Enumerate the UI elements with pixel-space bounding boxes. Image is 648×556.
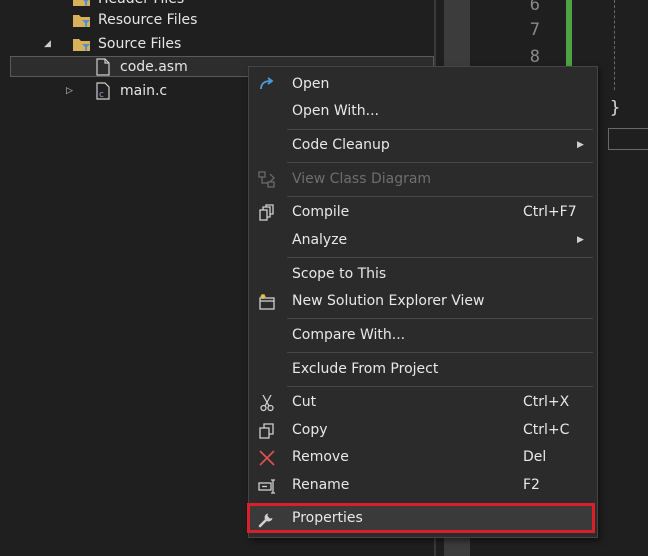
menu-item-compile[interactable]: Compile Ctrl+F7	[249, 199, 597, 226]
menu-item-label: Analyze	[292, 232, 348, 248]
folder-filter-icon	[72, 12, 92, 28]
menu-item-scope-to-this[interactable]: Scope to This	[249, 261, 597, 288]
menu-item-label: Compare With...	[292, 327, 406, 343]
menu-item-open-with[interactable]: Open With...	[249, 98, 597, 125]
indent-guide	[614, 0, 615, 90]
menu-item-open[interactable]: Open	[249, 71, 597, 98]
svg-text:c: c	[99, 90, 104, 100]
menu-item-shortcut: Ctrl+C	[523, 422, 570, 438]
submenu-arrow-icon: ▶	[577, 140, 584, 150]
menu-item-label: Properties	[292, 510, 363, 526]
menu-item-exclude-from-project[interactable]: Exclude From Project	[249, 356, 597, 383]
menu-item-label: New Solution Explorer View	[292, 293, 485, 309]
menu-item-properties[interactable]: Properties	[249, 505, 597, 532]
tree-item-label: code.asm	[120, 59, 188, 75]
menu-item-label: Scope to This	[292, 266, 387, 282]
menu-item-label: Open With...	[292, 103, 379, 119]
menu-separator	[287, 196, 593, 197]
menu-separator	[287, 386, 593, 387]
remove-x-icon	[257, 448, 277, 468]
line-number: 7	[529, 20, 540, 40]
menu-item-remove[interactable]: Remove Del	[249, 444, 597, 471]
folder-filter-icon	[72, 36, 92, 52]
class-diagram-icon	[257, 170, 277, 190]
menu-separator	[287, 162, 593, 163]
menu-item-label: Cut	[292, 394, 317, 410]
context-menu: Open Open With... Code Cleanup ▶ View Cl…	[247, 66, 598, 538]
menu-item-code-cleanup[interactable]: Code Cleanup ▶	[249, 132, 597, 159]
menu-separator	[287, 257, 593, 258]
menu-item-label: Remove	[292, 449, 349, 465]
menu-item-label: Rename	[292, 477, 350, 493]
compile-icon	[257, 203, 277, 223]
c-file-icon: c	[96, 82, 110, 100]
scissors-icon	[257, 393, 277, 413]
menu-item-label: Copy	[292, 422, 328, 438]
line-number: 6	[529, 0, 540, 15]
folder-filter-icon	[72, 0, 92, 7]
collapsed-chevron-icon[interactable]: ▷	[66, 86, 76, 96]
copy-icon	[257, 421, 277, 441]
tree-item-label: Source Files	[98, 36, 182, 52]
menu-item-analyze[interactable]: Analyze ▶	[249, 227, 597, 254]
rename-icon	[257, 476, 277, 496]
menu-separator	[287, 352, 593, 353]
menu-item-label: Open	[292, 76, 330, 92]
menu-item-view-class-diagram: View Class Diagram	[249, 166, 597, 193]
line-number: 8	[529, 47, 540, 67]
menu-item-shortcut: Ctrl+F7	[523, 204, 577, 220]
menu-item-copy[interactable]: Copy Ctrl+C	[249, 417, 597, 444]
editor-scroll-thumb[interactable]	[608, 128, 648, 150]
menu-item-new-solution-explorer-view[interactable]: New Solution Explorer View	[249, 288, 597, 315]
menu-separator	[287, 129, 593, 130]
menu-separator	[287, 318, 593, 319]
menu-item-label: Compile	[292, 204, 350, 220]
menu-item-label: View Class Diagram	[292, 171, 432, 187]
tree-item-label: Resource Files	[98, 12, 198, 28]
expanded-chevron-icon[interactable]: ◢	[44, 39, 54, 49]
menu-item-label: Code Cleanup	[292, 137, 390, 153]
menu-item-cut[interactable]: Cut Ctrl+X	[249, 389, 597, 416]
tree-item-source-files[interactable]: Source Files	[72, 33, 432, 55]
tree-item-label: main.c	[120, 83, 168, 99]
menu-item-rename[interactable]: Rename F2	[249, 472, 597, 499]
tree-item-resource-files[interactable]: Resource Files	[72, 9, 432, 31]
menu-item-shortcut: Ctrl+X	[523, 394, 570, 410]
menu-item-shortcut: F2	[523, 477, 540, 493]
menu-item-compare-with[interactable]: Compare With...	[249, 322, 597, 349]
change-tracking-bar	[566, 0, 572, 66]
wrench-icon	[257, 509, 277, 529]
new-view-icon	[257, 292, 277, 312]
menu-item-label: Exclude From Project	[292, 361, 439, 377]
menu-item-shortcut: Del	[523, 449, 547, 465]
code-closing-brace: }	[610, 98, 621, 118]
open-arrow-icon	[257, 75, 277, 95]
submenu-arrow-icon: ▶	[577, 235, 584, 245]
file-icon	[96, 58, 110, 76]
